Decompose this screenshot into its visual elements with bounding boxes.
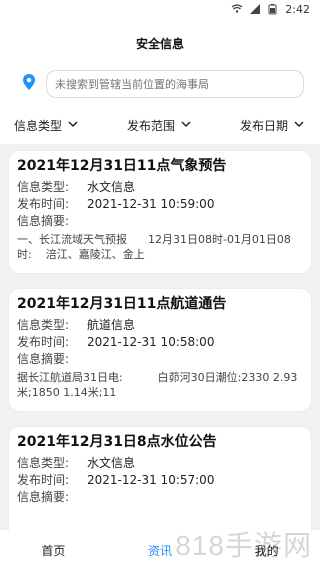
status-bar: 2:42 xyxy=(0,0,320,18)
card-title: 2021年12月31日11点气象预告 xyxy=(17,158,227,174)
card-summary-label: 信息摘要: xyxy=(17,214,70,228)
card-type-value: 水文信息 xyxy=(87,456,136,470)
card-time-label: 发布时间: xyxy=(17,473,70,487)
card-type-label: 信息类型: xyxy=(17,318,70,332)
card-type-row: 信息类型: 水文信息 xyxy=(17,179,303,196)
card-time-value: 2021-12-31 10:58:00 xyxy=(87,335,215,349)
chevron-down-icon xyxy=(179,117,193,134)
chevron-down-icon xyxy=(66,117,80,134)
card-summary-row: 信息摘要: xyxy=(17,213,303,230)
filter-publish-date[interactable]: 发布日期 xyxy=(240,117,306,134)
filter-bar: 信息类型 发布范围 发布日期 xyxy=(0,106,320,144)
wifi-icon xyxy=(231,3,243,15)
card-type-label: 信息类型: xyxy=(17,180,70,194)
info-list[interactable]: 2021年12月31日11点气象预告 信息类型: 水文信息 发布时间: 2021… xyxy=(0,144,320,530)
filter-info-type[interactable]: 信息类型 xyxy=(14,117,80,134)
filter-label: 信息类型 xyxy=(14,118,63,133)
card-summary-row: 信息摘要: xyxy=(17,489,303,506)
tab-home[interactable]: 首页 xyxy=(1,542,107,559)
card-summary-text: 据长江航道局31日电: 白茆河30日潮位:2330 2.93米;1850 1.1… xyxy=(17,371,298,399)
tab-mine[interactable]: 我的 xyxy=(214,542,320,559)
page-title-bar: 安全信息 xyxy=(0,18,320,68)
signal-icon xyxy=(249,3,261,15)
search-input[interactable] xyxy=(46,70,304,98)
bottom-nav: 首页 资讯 我的 xyxy=(0,530,320,570)
info-card[interactable]: 2021年12月31日8点水位公告 信息类型: 水文信息 发布时间: 2021-… xyxy=(8,426,312,530)
card-time-label: 发布时间: xyxy=(17,335,70,349)
card-summary-label: 信息摘要: xyxy=(17,352,70,366)
tab-home-label: 首页 xyxy=(41,543,66,558)
card-summary-row: 信息摘要: xyxy=(17,351,303,368)
tab-news[interactable]: 资讯 xyxy=(107,542,213,559)
info-card[interactable]: 2021年12月31日11点航道通告 信息类型: 航道信息 发布时间: 2021… xyxy=(8,288,312,412)
filter-publish-scope[interactable]: 发布范围 xyxy=(127,117,193,134)
search-bar xyxy=(0,68,320,100)
card-type-value: 航道信息 xyxy=(87,318,136,332)
page-title: 安全信息 xyxy=(135,36,184,51)
status-time: 2:42 xyxy=(285,2,310,16)
card-summary-text: 一、长江流域天气预报 12月31日08时-01月01日08时: 涪江、嘉陵江、金… xyxy=(17,233,291,261)
card-summary-label: 信息摘要: xyxy=(17,490,70,504)
card-time-value: 2021-12-31 10:57:00 xyxy=(87,473,215,487)
card-time-row: 发布时间: 2021-12-31 10:58:00 xyxy=(17,334,303,351)
tab-news-label: 资讯 xyxy=(147,543,172,558)
location-pin-icon[interactable] xyxy=(22,73,36,95)
battery-icon xyxy=(267,3,279,15)
card-title: 2021年12月31日8点水位公告 xyxy=(17,434,217,450)
card-time-value: 2021-12-31 10:59:00 xyxy=(87,197,215,211)
card-type-label: 信息类型: xyxy=(17,456,70,470)
info-card[interactable]: 2021年12月31日11点气象预告 信息类型: 水文信息 发布时间: 2021… xyxy=(8,150,312,274)
filter-label: 发布范围 xyxy=(126,118,175,133)
card-type-row: 信息类型: 航道信息 xyxy=(17,317,303,334)
card-type-row: 信息类型: 水文信息 xyxy=(17,455,303,472)
card-title: 2021年12月31日11点航道通告 xyxy=(17,296,227,312)
card-time-row: 发布时间: 2021-12-31 10:59:00 xyxy=(17,196,303,213)
card-time-label: 发布时间: xyxy=(17,197,70,211)
chevron-down-icon xyxy=(292,117,306,134)
card-type-value: 水文信息 xyxy=(87,180,136,194)
card-time-row: 发布时间: 2021-12-31 10:57:00 xyxy=(17,472,303,489)
tab-mine-label: 我的 xyxy=(254,543,279,558)
filter-label: 发布日期 xyxy=(239,118,288,133)
